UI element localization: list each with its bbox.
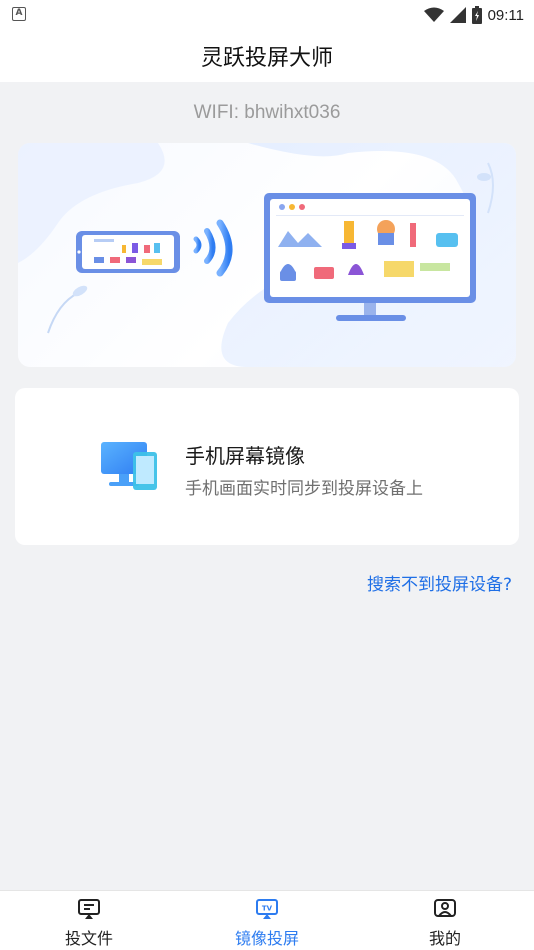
screen-mirror-card[interactable]: 手机屏幕镜像 手机画面实时同步到投屏设备上 [15, 388, 519, 545]
svg-text:TV: TV [262, 905, 273, 913]
wifi-name-label: WIFI: bhwihxt036 [193, 102, 341, 123]
mirror-card-subtitle: 手机画面实时同步到投屏设备上 [185, 479, 423, 499]
wifi-icon [423, 7, 444, 22]
mirror-card-title: 手机屏幕镜像 [185, 444, 305, 468]
status-indicators: 09:11 [423, 4, 524, 26]
bottom-navigation: 投文件 TV 镜像投屏 我的 [0, 890, 534, 950]
tab-cast-file[interactable]: 投文件 [0, 891, 178, 950]
tab-label: 投文件 [64, 929, 113, 948]
signal-icon [449, 7, 466, 23]
tab-mirror-cast[interactable]: TV 镜像投屏 [178, 891, 356, 950]
battery-icon [471, 6, 482, 24]
app-bar: 灵跃投屏大师 [0, 30, 534, 82]
tab-profile[interactable]: 我的 [356, 891, 534, 950]
tab-label: 镜像投屏 [234, 929, 299, 948]
profile-icon [434, 899, 456, 917]
tv-mirror-icon: TV [256, 899, 278, 919]
notification-a-icon: A [12, 7, 26, 21]
clock: 09:11 [487, 6, 524, 24]
phone-to-monitor-illustration [18, 143, 516, 367]
status-bar: A 09:11 [0, 0, 534, 30]
tab-label: 我的 [428, 929, 461, 948]
device-not-found-link[interactable]: 搜索不到投屏设备? [367, 570, 512, 595]
cast-illustration-banner [18, 143, 516, 367]
screen-mirror-icon [101, 442, 157, 490]
cast-file-icon [78, 899, 100, 919]
page-title: 灵跃投屏大师 [200, 46, 333, 71]
